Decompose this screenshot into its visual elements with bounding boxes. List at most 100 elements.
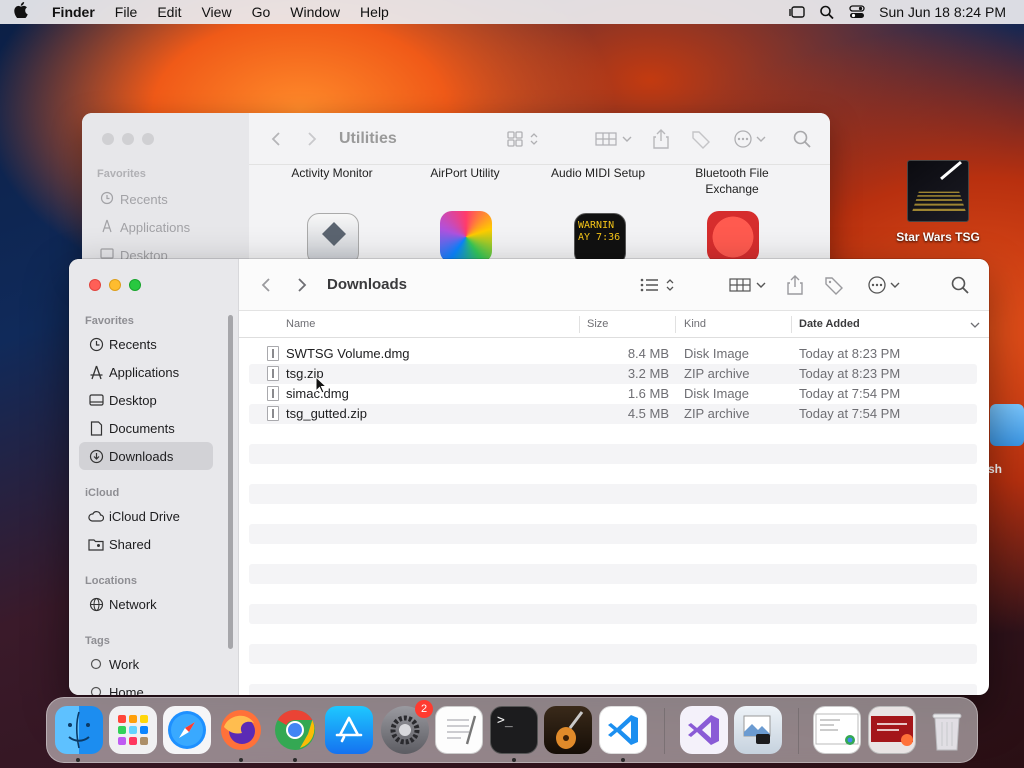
column-kind[interactable]: Kind bbox=[684, 318, 706, 330]
safari-icon[interactable] bbox=[163, 706, 211, 754]
forward-chevron-icon[interactable] bbox=[297, 277, 307, 293]
menu-finder[interactable]: Finder bbox=[40, 4, 105, 20]
menu-help[interactable]: Help bbox=[350, 4, 399, 20]
empty-row bbox=[249, 584, 977, 604]
group-icon[interactable] bbox=[729, 276, 767, 294]
menu-view[interactable]: View bbox=[191, 4, 241, 20]
utilities-window[interactable]: Favorites Recents Applications Desktop U… bbox=[82, 113, 830, 273]
desktop-disk-icon[interactable] bbox=[990, 404, 1024, 446]
apple-menu-icon[interactable] bbox=[14, 1, 40, 23]
recent-document-thumbnail-icon[interactable] bbox=[813, 706, 861, 754]
desktop-item-label: Star Wars TSG bbox=[896, 230, 980, 244]
dock: 2 >_ bbox=[46, 697, 978, 763]
column-size[interactable]: Size bbox=[587, 318, 608, 330]
visual-studio-code-icon[interactable] bbox=[599, 706, 647, 754]
minimize-button[interactable] bbox=[109, 279, 121, 291]
back-chevron-icon[interactable] bbox=[261, 277, 271, 293]
sort-descending-chevron-icon[interactable] bbox=[970, 320, 980, 332]
column-divider[interactable] bbox=[675, 316, 676, 333]
list-view-icon[interactable] bbox=[640, 276, 678, 294]
file-row[interactable]: tsg.zip 3.2 MB ZIP archive Today at 8:23… bbox=[249, 364, 977, 384]
share-icon[interactable] bbox=[787, 274, 803, 295]
icon-view-icon[interactable] bbox=[507, 130, 541, 148]
desktop-item-star-wars-tsg[interactable]: Star Wars TSG bbox=[890, 160, 986, 244]
utilities-sidebar-applications[interactable]: Applications bbox=[100, 219, 190, 236]
group-icon[interactable] bbox=[595, 130, 633, 148]
file-list: SWTSG Volume.dmg 8.4 MB Disk Image Today… bbox=[249, 344, 977, 695]
stage-manager-icon[interactable] bbox=[789, 5, 805, 19]
menu-edit[interactable]: Edit bbox=[147, 4, 191, 20]
sidebar-item-desktop[interactable]: Desktop bbox=[79, 386, 213, 414]
back-chevron-icon[interactable] bbox=[271, 131, 281, 147]
sidebar-item-applications[interactable]: Applications bbox=[79, 358, 213, 386]
digital-color-meter-icon[interactable] bbox=[707, 211, 759, 263]
file-date-added: Today at 8:23 PM bbox=[799, 366, 901, 381]
sidebar-section-locations: Locations bbox=[85, 575, 137, 587]
sidebar-item-documents[interactable]: Documents bbox=[79, 414, 213, 442]
preview-icon[interactable] bbox=[734, 706, 782, 754]
app-audio-midi-setup[interactable]: Audio MIDI Setup bbox=[533, 165, 663, 181]
tag-icon[interactable] bbox=[824, 275, 844, 295]
zoom-button[interactable] bbox=[129, 279, 141, 291]
app-store-icon[interactable] bbox=[325, 706, 373, 754]
column-divider[interactable] bbox=[579, 316, 580, 333]
colorsync-utility-icon[interactable] bbox=[440, 211, 492, 263]
file-date-added: Today at 8:23 PM bbox=[799, 346, 901, 361]
column-divider[interactable] bbox=[791, 316, 792, 333]
tag-circle-icon bbox=[88, 684, 104, 695]
launchpad-icon[interactable] bbox=[109, 706, 157, 754]
sidebar-item-downloads[interactable]: Downloads bbox=[79, 442, 213, 470]
finder-icon[interactable] bbox=[55, 706, 103, 754]
sidebar-item-tag-home[interactable]: Home bbox=[79, 678, 213, 695]
search-icon[interactable] bbox=[951, 276, 969, 294]
sidebar-item-shared[interactable]: Shared bbox=[79, 530, 213, 558]
column-date-added[interactable]: Date Added bbox=[799, 318, 860, 330]
file-row[interactable]: SWTSG Volume.dmg 8.4 MB Disk Image Today… bbox=[249, 344, 977, 364]
menu-go[interactable]: Go bbox=[242, 4, 281, 20]
close-button[interactable] bbox=[89, 279, 101, 291]
more-actions-icon[interactable] bbox=[867, 275, 903, 295]
app-bluetooth-file-exchange[interactable]: Bluetooth File Exchange bbox=[667, 165, 797, 197]
inactive-zoom-button[interactable] bbox=[142, 133, 154, 145]
sidebar-scrollbar[interactable] bbox=[228, 315, 233, 649]
star-wars-thumbnail-icon bbox=[907, 160, 969, 222]
inactive-minimize-button[interactable] bbox=[122, 133, 134, 145]
chrome-icon[interactable] bbox=[271, 706, 319, 754]
app-airport-utility[interactable]: AirPort Utility bbox=[400, 165, 530, 181]
search-icon[interactable] bbox=[793, 130, 811, 148]
menu-file[interactable]: File bbox=[105, 4, 148, 20]
downloads-window[interactable]: Favorites Recents Applications Desktop D… bbox=[69, 259, 989, 695]
menu-window[interactable]: Window bbox=[280, 4, 350, 20]
utilities-sidebar-recents[interactable]: Recents bbox=[100, 191, 168, 208]
menubar-clock[interactable]: Sun Jun 18 8:24 PM bbox=[879, 4, 1006, 20]
download-icon bbox=[88, 448, 104, 464]
empty-row bbox=[249, 424, 977, 444]
tag-icon[interactable] bbox=[691, 129, 711, 149]
column-name[interactable]: Name bbox=[286, 318, 315, 330]
disk-image-file-icon bbox=[267, 346, 279, 361]
sidebar-item-icloud-drive[interactable]: iCloud Drive bbox=[79, 502, 213, 530]
file-row[interactable]: tsg_gutted.zip 4.5 MB ZIP archive Today … bbox=[249, 404, 977, 424]
console-icon[interactable]: WARNIN AY 7:36 bbox=[574, 213, 626, 265]
trash-icon[interactable] bbox=[923, 706, 971, 754]
sidebar-item-recents[interactable]: Recents bbox=[79, 330, 213, 358]
more-actions-icon[interactable] bbox=[733, 129, 769, 149]
terminal-icon[interactable]: >_ bbox=[490, 706, 538, 754]
boot-camp-icon[interactable] bbox=[307, 213, 359, 265]
visual-studio-icon[interactable] bbox=[680, 706, 728, 754]
empty-row bbox=[249, 464, 977, 484]
recent-window-thumbnail-icon[interactable] bbox=[868, 706, 916, 754]
garageband-icon[interactable] bbox=[544, 706, 592, 754]
firefox-icon[interactable] bbox=[217, 706, 265, 754]
textedit-icon[interactable] bbox=[435, 706, 483, 754]
control-center-icon[interactable] bbox=[849, 5, 865, 19]
app-activity-monitor[interactable]: Activity Monitor bbox=[267, 165, 397, 181]
globe-icon bbox=[88, 596, 104, 612]
share-icon[interactable] bbox=[653, 128, 669, 149]
inactive-close-button[interactable] bbox=[102, 133, 114, 145]
sidebar-item-tag-work[interactable]: Work bbox=[79, 650, 213, 678]
file-row[interactable]: simac.dmg 1.6 MB Disk Image Today at 7:5… bbox=[249, 384, 977, 404]
forward-chevron-icon[interactable] bbox=[307, 131, 317, 147]
sidebar-item-network[interactable]: Network bbox=[79, 590, 213, 618]
spotlight-search-icon[interactable] bbox=[819, 5, 835, 20]
